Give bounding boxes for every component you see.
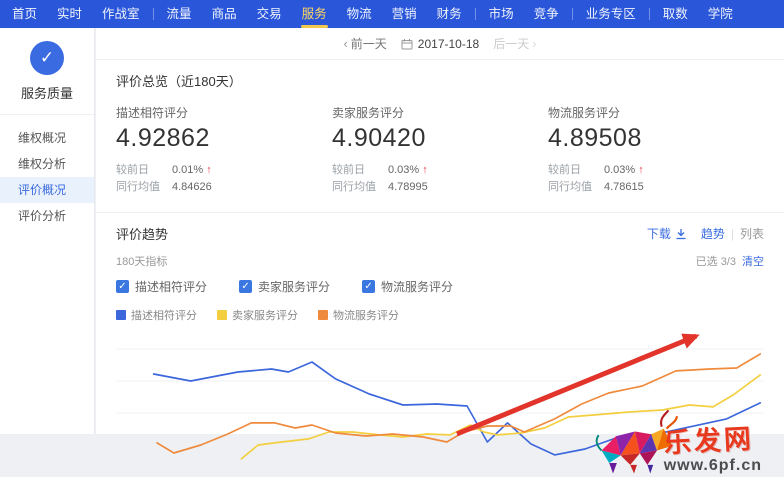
peer-label: 同行均值 [116, 179, 172, 196]
nav-item-logistics[interactable]: 物流 [337, 0, 382, 28]
view-switch: 趋势|列表 [701, 225, 764, 242]
chevron-left-icon: ‹ [343, 36, 347, 51]
nav-item-war-room[interactable]: 作战室 [92, 0, 150, 28]
metric-checkboxes: ✓描述相符评分 ✓卖家服务评分 ✓物流服务评分 [116, 278, 764, 295]
selected-count: 已选 3/3 [696, 256, 736, 268]
metric-label: 描述相符评分 [116, 104, 332, 121]
overview-title: 评价总览（近180天） [116, 71, 764, 90]
sidebar-item-review-overview[interactable]: 评价概况 [0, 177, 94, 203]
checkbox-checked-icon: ✓ [362, 280, 375, 293]
compare-label: 较前日 [332, 162, 388, 179]
metric-label: 物流服务评分 [548, 104, 764, 121]
nav-item-marketing[interactable]: 营销 [382, 0, 427, 28]
chart-legend: 描述相符评分 卖家服务评分 物流服务评分 [116, 307, 764, 323]
up-arrow-icon: ↑ [422, 164, 428, 176]
nav-item-market[interactable]: 市场 [479, 0, 524, 28]
compare-value: 0.03% [388, 164, 419, 176]
up-arrow-icon: ↑ [206, 164, 212, 176]
service-quality-icon: ✓ [30, 41, 64, 75]
date-picker[interactable]: 2017-10-18 [401, 37, 479, 51]
compare-value: 0.01% [172, 164, 203, 176]
legend-item-seller-service-score[interactable]: 卖家服务评分 [217, 307, 298, 323]
checkbox-checked-icon: ✓ [239, 280, 252, 293]
review-trend-section: 评价趋势 下载 趋势|列表 180天指标 已选 3/3清空 ✓描述相符评分 ✓卖… [96, 212, 784, 477]
main-panel: ‹前一天 2017-10-18 后一天› 评价总览（近180天） 描述相符评分 … [96, 28, 784, 434]
nav-item-trade[interactable]: 交易 [247, 0, 292, 28]
current-date: 2017-10-18 [418, 37, 479, 51]
prev-day-button[interactable]: ‹前一天 [340, 35, 386, 52]
nav-item-academy[interactable]: 学院 [698, 0, 743, 28]
up-arrow-icon: ↑ [638, 164, 644, 176]
metric-card-description-score: 描述相符评分 4.92862 较前日0.01%↑ 同行均值4.84626 [116, 104, 332, 196]
checkbox-seller-service-score[interactable]: ✓卖家服务评分 [239, 278, 330, 295]
metrics-row: 描述相符评分 4.92862 较前日0.01%↑ 同行均值4.84626 卖家服… [116, 90, 764, 212]
nav-item-goods[interactable]: 商品 [202, 0, 247, 28]
metric-value: 4.92862 [116, 124, 332, 153]
site-watermark: 乐发网 www.6pf.cn [592, 407, 762, 475]
sidebar-item-rights-analysis[interactable]: 维权分析 [0, 151, 94, 177]
watermark-brand: 乐发网 [663, 426, 754, 458]
peer-label: 同行均值 [548, 179, 604, 196]
nav-divider [475, 8, 476, 20]
top-nav: 首页 实时 作战室 流量 商品 交易 服务 物流 营销 财务 市场 竞争 业务专… [0, 0, 784, 28]
legend-item-description-score[interactable]: 描述相符评分 [116, 307, 197, 323]
nav-divider [153, 8, 154, 20]
checkbox-description-score[interactable]: ✓描述相符评分 [116, 278, 207, 295]
watermark-url: www.6pf.cn [664, 457, 762, 475]
compare-label: 较前日 [548, 162, 604, 179]
review-overview-section: 评价总览（近180天） 描述相符评分 4.92862 较前日0.01%↑ 同行均… [96, 60, 784, 212]
sidebar-item-review-analysis[interactable]: 评价分析 [0, 203, 94, 229]
download-button[interactable]: 下载 [647, 225, 687, 242]
metric-value: 4.89508 [548, 124, 764, 153]
nav-item-competition[interactable]: 竞争 [524, 0, 569, 28]
sidebar: ✓ 服务质量 维权概况 维权分析 评价概况 评价分析 [0, 28, 95, 434]
nav-item-realtime[interactable]: 实时 [47, 0, 92, 28]
peer-value: 4.84626 [172, 181, 212, 193]
chevron-right-icon: › [532, 36, 536, 51]
compare-label: 较前日 [116, 162, 172, 179]
checkbox-checked-icon: ✓ [116, 280, 129, 293]
filter-label: 180天指标 [116, 253, 167, 269]
trend-chart: 乐发网 www.6pf.cn [116, 327, 764, 477]
legend-swatch-icon [318, 310, 328, 320]
metric-card-logistics-score: 物流服务评分 4.89508 较前日0.03%↑ 同行均值4.78615 [548, 104, 764, 196]
clear-selection-button[interactable]: 清空 [742, 256, 764, 268]
checkbox-logistics-score[interactable]: ✓物流服务评分 [362, 278, 453, 295]
sidebar-menu: 维权概况 维权分析 评价概况 评价分析 [0, 115, 94, 229]
nav-item-business-zone[interactable]: 业务专区 [576, 0, 646, 28]
peer-value: 4.78995 [388, 181, 428, 193]
download-icon [675, 228, 687, 240]
next-day-button[interactable]: 后一天› [493, 35, 539, 52]
sidebar-header: ✓ 服务质量 [0, 28, 94, 115]
trend-title: 评价趋势 [116, 224, 168, 243]
nav-item-service[interactable]: 服务 [292, 0, 337, 28]
legend-swatch-icon [217, 310, 227, 320]
view-trend-toggle[interactable]: 趋势 [701, 227, 725, 241]
sidebar-title: 服务质量 [0, 83, 94, 102]
calendar-icon [401, 38, 413, 50]
peer-label: 同行均值 [332, 179, 388, 196]
metric-label: 卖家服务评分 [332, 104, 548, 121]
legend-swatch-icon [116, 310, 126, 320]
peer-value: 4.78615 [604, 181, 644, 193]
metric-card-seller-service-score: 卖家服务评分 4.90420 较前日0.03%↑ 同行均值4.78995 [332, 104, 548, 196]
nav-item-data-extract[interactable]: 取数 [653, 0, 698, 28]
date-bar: ‹前一天 2017-10-18 后一天› [96, 28, 784, 60]
view-list-toggle[interactable]: 列表 [740, 227, 764, 241]
nav-item-traffic[interactable]: 流量 [157, 0, 202, 28]
nav-divider [572, 8, 573, 20]
metric-value: 4.90420 [332, 124, 548, 153]
nav-divider [649, 8, 650, 20]
compare-value: 0.03% [604, 164, 635, 176]
nav-item-finance[interactable]: 财务 [427, 0, 472, 28]
nav-item-home[interactable]: 首页 [2, 0, 47, 28]
legend-item-logistics-score[interactable]: 物流服务评分 [318, 307, 399, 323]
sidebar-item-rights-overview[interactable]: 维权概况 [0, 125, 94, 151]
